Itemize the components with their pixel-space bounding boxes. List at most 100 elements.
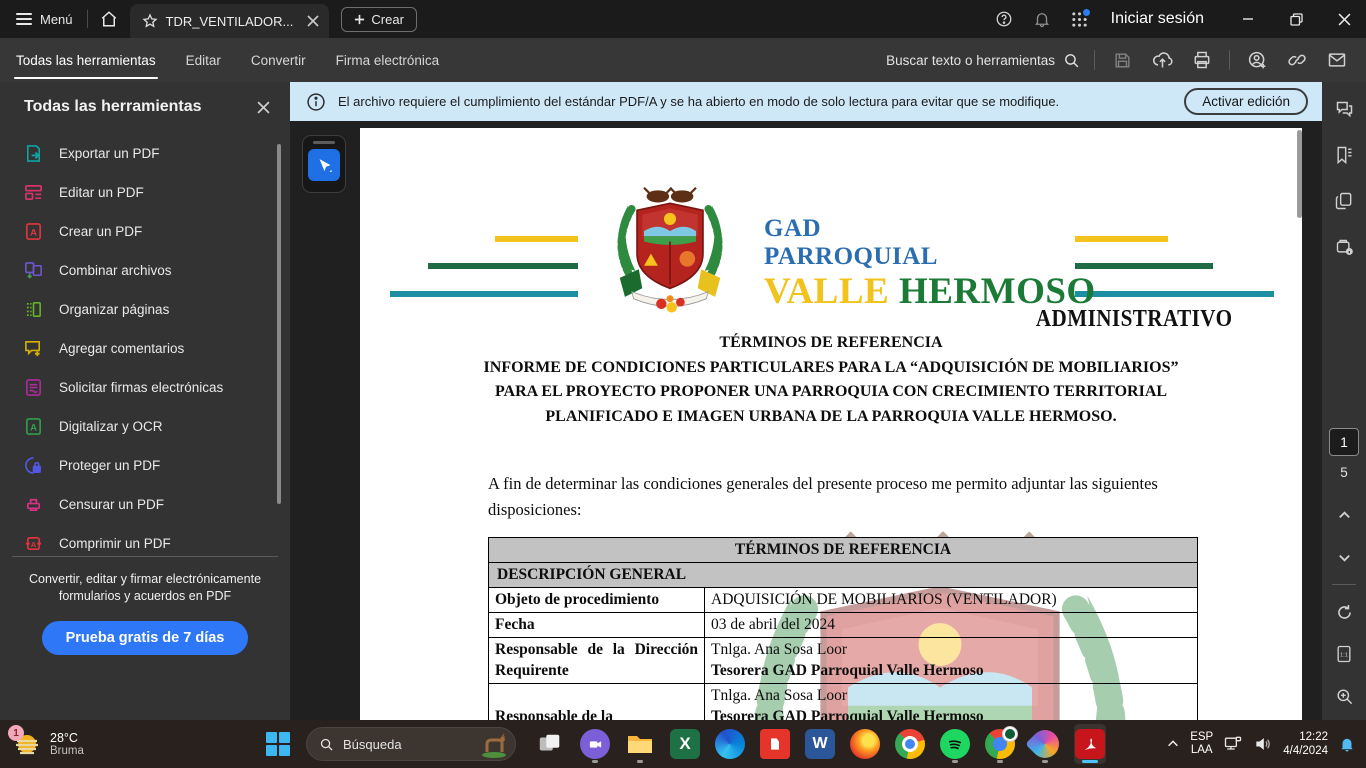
comments-icon — [1334, 99, 1355, 120]
apps-grid-button[interactable] — [1063, 0, 1097, 38]
chrome-workspace-button[interactable] — [984, 724, 1016, 764]
chat-app-button[interactable] — [579, 724, 611, 764]
tools-sidebar: Todas las herramientas Exportar un PDF E… — [0, 82, 290, 720]
sidebar-item-redact-pdf[interactable]: Censurar un PDF — [0, 485, 290, 524]
comments-panel-button[interactable] — [1322, 88, 1366, 130]
brand-gad: GAD — [764, 216, 1096, 241]
cursor-arrow-icon — [316, 157, 333, 174]
acrobat-window: Menú TDR_VENTILADOR... Crear — [0, 0, 1366, 768]
select-tool-button[interactable] — [308, 149, 340, 181]
pdfa-notice-bar: El archivo requiere el cumplimiento del … — [290, 82, 1322, 121]
firefox-button[interactable] — [849, 724, 881, 764]
tab-esign[interactable]: Firma electrónica — [336, 38, 440, 82]
sidebar-item-edit-pdf[interactable]: Editar un PDF — [0, 173, 290, 212]
sidebar-close-icon[interactable] — [257, 101, 270, 114]
svg-text:A: A — [30, 227, 37, 238]
previous-page-button[interactable] — [1322, 494, 1366, 536]
compress-pdf-icon: A — [24, 534, 43, 553]
restore-button[interactable] — [1274, 0, 1318, 38]
refresh-button[interactable] — [1322, 591, 1366, 633]
current-page-input[interactable]: 1 — [1329, 428, 1359, 456]
help-button[interactable] — [987, 0, 1021, 38]
sidebar-item-organize-pages[interactable]: Organizar páginas — [0, 290, 290, 329]
sidebar-item-export-pdf[interactable]: Exportar un PDF — [0, 134, 290, 173]
tray-chevron-up-icon[interactable] — [1166, 737, 1180, 751]
sidebar-item-combine-files[interactable]: Combinar archivos — [0, 251, 290, 290]
sidebar-item-protect-pdf[interactable]: Proteger un PDF — [0, 446, 290, 485]
create-label: Crear — [371, 12, 404, 27]
tab-edit[interactable]: Editar — [186, 38, 221, 82]
task-view-button[interactable] — [534, 724, 566, 764]
sidebar-item-add-comments[interactable]: Agregar comentarios — [0, 329, 290, 368]
edge-button[interactable] — [714, 724, 746, 764]
close-button[interactable] — [1322, 0, 1366, 38]
add-user-button[interactable] — [1244, 47, 1270, 73]
add-user-icon — [1247, 50, 1268, 71]
document-tab[interactable]: TDR_VENTILADOR... — [130, 4, 330, 38]
search-tools-button[interactable]: Buscar texto o herramientas — [886, 52, 1080, 69]
spotify-button[interactable] — [939, 724, 971, 764]
print-button[interactable] — [1189, 47, 1215, 73]
zoom-in-button[interactable] — [1322, 675, 1366, 717]
create-tab-button[interactable]: Crear — [341, 7, 417, 32]
email-button[interactable] — [1324, 47, 1350, 73]
export-pdf-icon — [24, 144, 43, 163]
chevron-up-icon — [1337, 508, 1352, 523]
weather-badge: 1 — [8, 725, 24, 741]
home-button[interactable] — [88, 10, 130, 28]
document-info-button[interactable] — [1322, 226, 1366, 268]
language-indicator[interactable]: ESP LAA — [1190, 731, 1213, 757]
tab-convert[interactable]: Convertir — [251, 38, 306, 82]
menu-button[interactable]: Menú — [0, 12, 87, 27]
table-row: DESCRIPCIÓN GENERAL — [489, 563, 1198, 588]
notifications-button[interactable] — [1025, 0, 1059, 38]
bookmarks-panel-button[interactable] — [1322, 134, 1366, 176]
enable-editing-button[interactable]: Activar edición — [1184, 88, 1308, 115]
tab-all-tools[interactable]: Todas las herramientas — [16, 38, 156, 82]
save-button[interactable] — [1109, 47, 1135, 73]
network-icon[interactable] — [1223, 734, 1243, 754]
tab-close-icon[interactable] — [307, 15, 319, 27]
star-icon[interactable] — [142, 13, 158, 29]
actual-size-button[interactable]: 1:1 — [1322, 633, 1366, 675]
panel-drag-handle[interactable] — [313, 141, 335, 144]
start-button[interactable] — [258, 724, 298, 764]
row-value-line2: Tesorera GAD Parroquial Valle Hermoso — [711, 660, 1191, 681]
sidebar-item-compress-pdf[interactable]: A Comprimir un PDF — [0, 524, 290, 556]
page-thumbnails-button[interactable] — [1322, 180, 1366, 222]
sidebar-scrollbar[interactable] — [277, 144, 281, 504]
refresh-icon — [1335, 603, 1354, 622]
menu-label: Menú — [40, 12, 73, 27]
weather-widget[interactable]: 1 28°C Bruma — [0, 729, 250, 759]
acrobat-button[interactable] — [1074, 724, 1106, 764]
document-title: TÉRMINOS DE REFERENCIA INFORME DE CONDIC… — [466, 331, 1196, 429]
file-explorer-button[interactable] — [624, 724, 656, 764]
word-icon: W — [805, 729, 835, 759]
chrome-button[interactable] — [894, 724, 926, 764]
word-button[interactable]: W — [804, 724, 836, 764]
share-upload-button[interactable] — [1149, 47, 1175, 73]
link-button[interactable] — [1284, 47, 1310, 73]
link-icon — [1287, 50, 1307, 70]
paint-button[interactable] — [1029, 724, 1061, 764]
next-page-button[interactable] — [1322, 536, 1366, 578]
redact-pdf-icon — [24, 495, 43, 514]
volume-icon[interactable] — [1253, 734, 1273, 754]
document-viewer[interactable]: GAD PARROQUIAL VALLE HERMOSO ADMINISTRAT… — [290, 121, 1322, 720]
clock-widget[interactable]: 12:22 4/4/2024 — [1283, 730, 1328, 758]
row-value: Tnlga. Ana Sosa Loor Tesorera GAD Parroq… — [705, 684, 1198, 721]
sign-in-button[interactable]: Iniciar sesión — [1101, 10, 1222, 28]
sidebar-item-request-signatures[interactable]: Solicitar firmas electrónicas — [0, 368, 290, 407]
viewer-scrollbar[interactable] — [1297, 130, 1302, 218]
sidebar-item-scan-ocr[interactable]: A Digitalizar y OCR — [0, 407, 290, 446]
excel-button[interactable]: X — [669, 724, 701, 764]
taskbar-search[interactable]: Búsqueda — [306, 727, 516, 761]
hamburger-icon — [16, 13, 32, 25]
notification-bell-icon[interactable] — [1338, 735, 1356, 753]
table-header: TÉRMINOS DE REFERENCIA — [489, 538, 1198, 563]
document-title-line1: TÉRMINOS DE REFERENCIA — [466, 331, 1196, 356]
minimize-button[interactable] — [1226, 0, 1270, 38]
sidebar-item-create-pdf[interactable]: A Crear un PDF — [0, 212, 290, 251]
free-trial-button[interactable]: Prueba gratis de 7 días — [42, 621, 249, 655]
pdf-editor-button[interactable] — [759, 724, 791, 764]
